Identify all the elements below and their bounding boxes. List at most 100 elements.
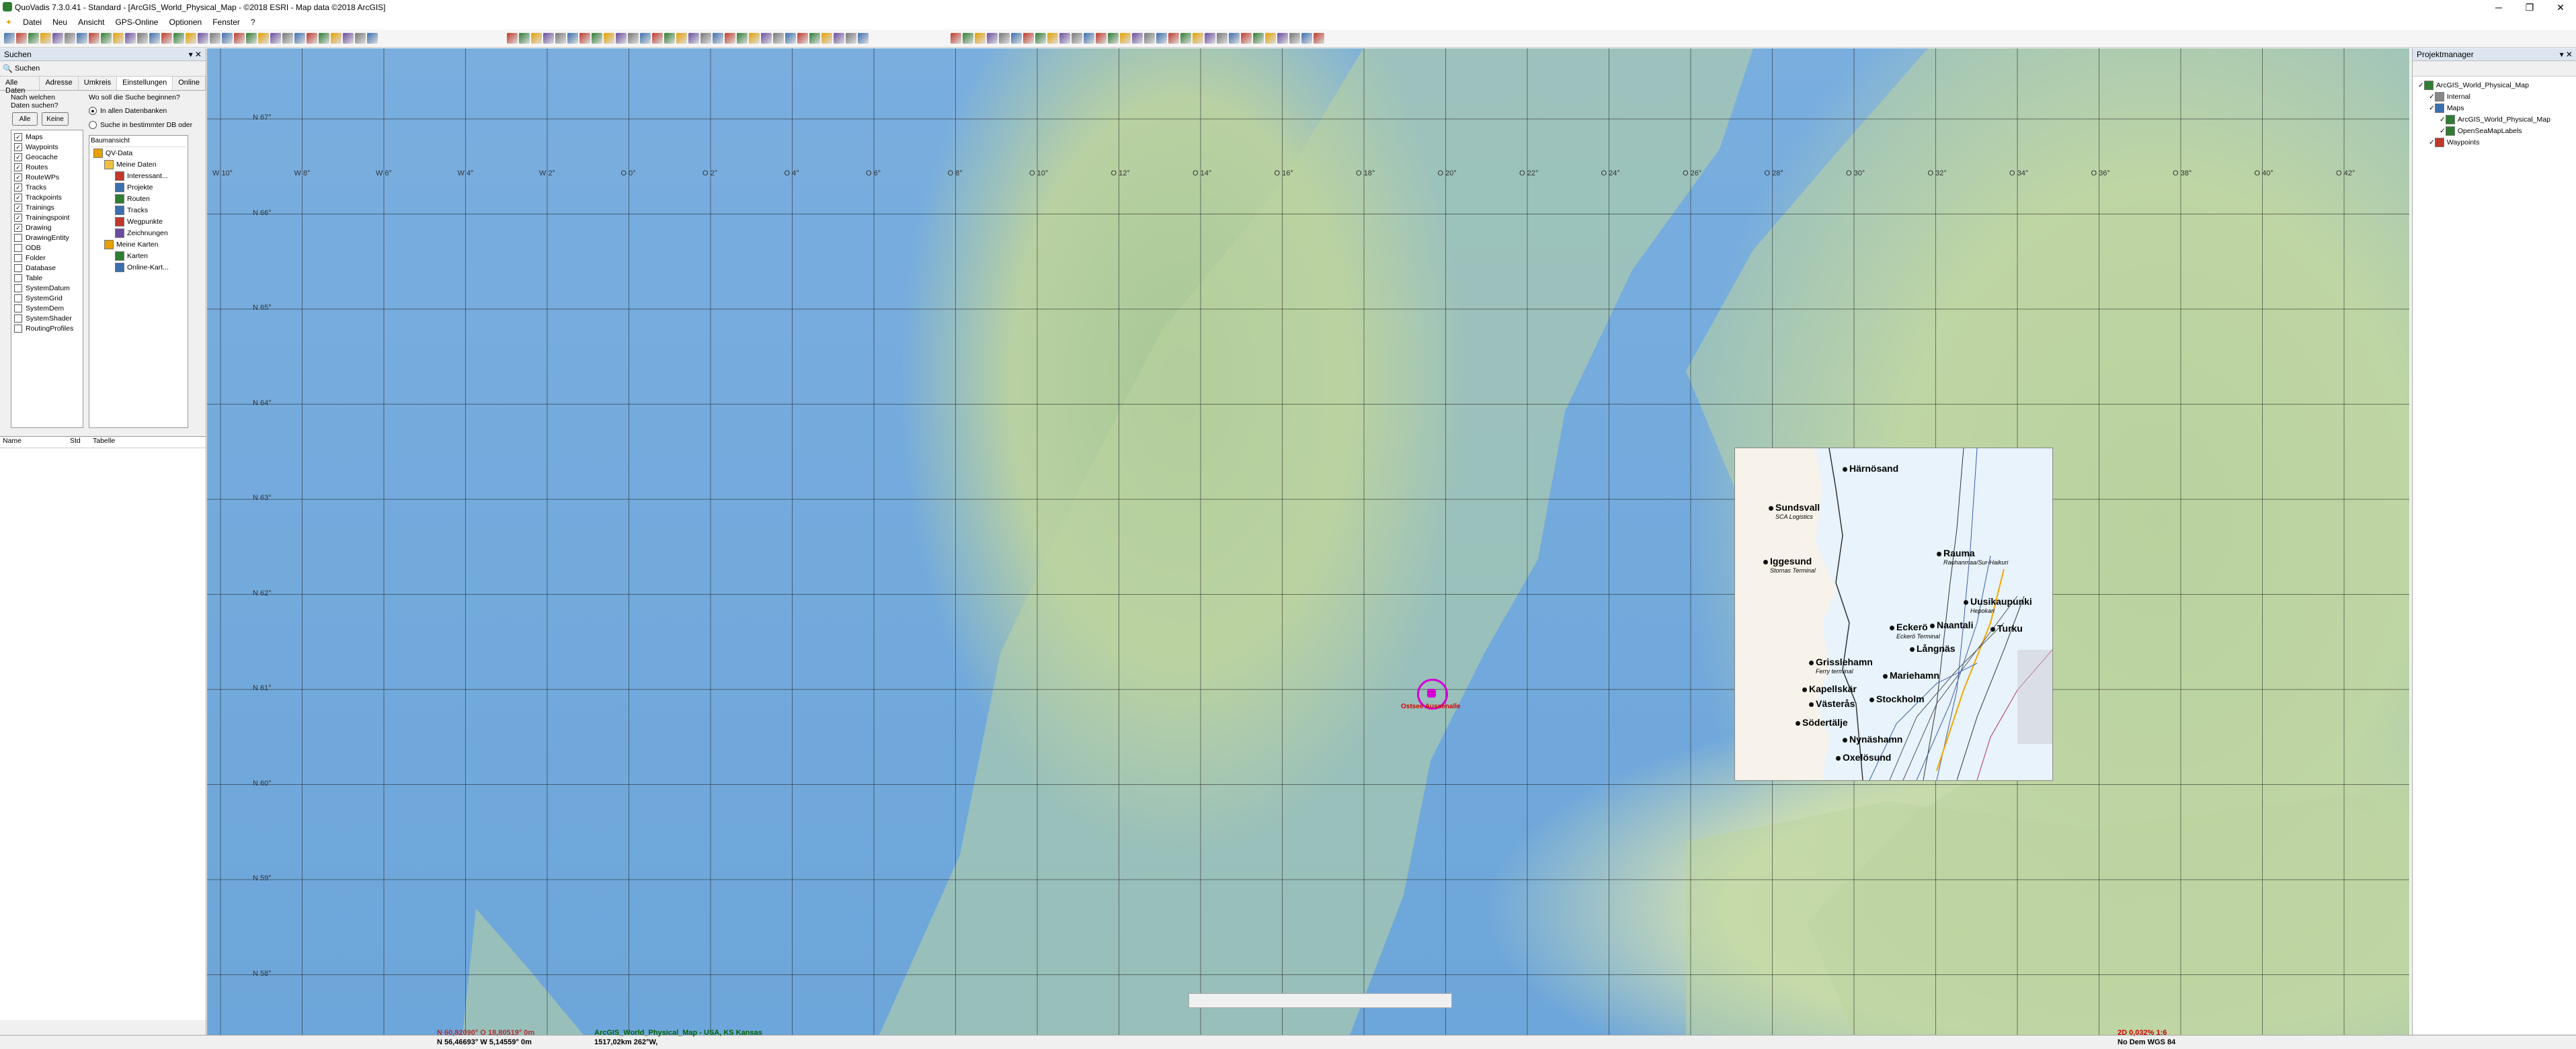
toolbar-button-icon[interactable]	[222, 33, 233, 44]
toolbar-button-icon[interactable]	[809, 33, 820, 44]
radio-all-db[interactable]: ●	[89, 106, 97, 115]
menu-icon[interactable]: ✦	[0, 17, 17, 27]
tab-umkreis[interactable]: Umkreis	[79, 77, 118, 90]
menu-ansicht[interactable]: Ansicht	[73, 17, 110, 27]
toolbar-button-icon[interactable]	[1229, 33, 1240, 44]
type-checkbox-row[interactable]: SystemDatum	[14, 283, 80, 293]
type-checkbox-row[interactable]: ✓ Trainingspoint	[14, 212, 80, 222]
toolbar-button-icon[interactable]	[963, 33, 973, 44]
toolbar-button-icon[interactable]	[713, 33, 723, 44]
none-button[interactable]: Keine	[42, 112, 69, 126]
toolbar-button-icon[interactable]	[52, 33, 63, 44]
type-checkbox-row[interactable]: ✓ Trackpoints	[14, 192, 80, 202]
column-tabelle[interactable]: Tabelle	[93, 437, 147, 448]
toolbar-button-icon[interactable]	[555, 33, 566, 44]
checkbox[interactable]	[14, 233, 22, 242]
checkbox[interactable]: ✓	[2440, 127, 2446, 135]
toolbar-button-icon[interactable]	[592, 33, 602, 44]
toolbar-button-icon[interactable]	[258, 33, 269, 44]
type-checkbox-row[interactable]: ✓ Trainings	[14, 202, 80, 212]
toolbar-button-icon[interactable]	[173, 33, 184, 44]
tab-einstellungen[interactable]: Einstellungen	[117, 77, 173, 90]
close-button[interactable]: ✕	[2545, 0, 2576, 15]
tree-item[interactable]: Zeichnungen	[91, 227, 186, 239]
toolbar-button-icon[interactable]	[1096, 33, 1106, 44]
type-checkbox-row[interactable]: SystemShader	[14, 313, 80, 323]
toolbar-button-icon[interactable]	[246, 33, 257, 44]
inset-ferry-chart[interactable]: Härnösand Sundsvall SCA Logistics Iggesund S…	[1734, 448, 2053, 781]
map-view[interactable]: W 10° W 8° W 6° W 4° W 2° O 0° O 2° O 4° O 6° O 8…	[207, 48, 2409, 1035]
minimize-button[interactable]: ─	[2483, 0, 2514, 15]
toolbar-button-icon[interactable]	[951, 33, 961, 44]
tree-item[interactable]: Interessant...	[91, 170, 186, 181]
checkbox[interactable]: ✓	[14, 213, 22, 222]
toolbar-button-icon[interactable]	[567, 33, 578, 44]
checkbox[interactable]: ✓	[14, 173, 22, 181]
toolbar-button-icon[interactable]	[1023, 33, 1034, 44]
toolbar-button-icon[interactable]	[1301, 33, 1312, 44]
toolbar-button-icon[interactable]	[137, 33, 148, 44]
toolbar-button-icon[interactable]	[773, 33, 784, 44]
type-checkbox-row[interactable]: Table	[14, 273, 80, 283]
tab-adresse[interactable]: Adresse	[40, 77, 79, 90]
toolbar-button-icon[interactable]	[700, 33, 711, 44]
toolbar-button-icon[interactable]	[65, 33, 75, 44]
menu-gps-online[interactable]: GPS-Online	[110, 17, 163, 27]
toolbar-button-icon[interactable]	[1132, 33, 1143, 44]
toolbar-button-icon[interactable]	[1277, 33, 1288, 44]
menu-neu[interactable]: Neu	[47, 17, 73, 27]
toolbar-button-icon[interactable]	[737, 33, 748, 44]
tree-item[interactable]: Online-Kart...	[91, 261, 186, 273]
toolbar-button-icon[interactable]	[28, 33, 39, 44]
menu-help[interactable]: ?	[245, 17, 261, 27]
type-checkbox-row[interactable]: Folder	[14, 253, 80, 263]
tree-item[interactable]: Projekte	[91, 181, 186, 193]
menu-optionen[interactable]: Optionen	[163, 17, 207, 27]
toolbar-button-icon[interactable]	[604, 33, 614, 44]
toolbar-button-icon[interactable]	[1193, 33, 1203, 44]
type-checkbox-row[interactable]: ✓ RouteWPs	[14, 172, 80, 182]
toolbar-button-icon[interactable]	[77, 33, 87, 44]
checkbox[interactable]: ✓	[14, 163, 22, 171]
project-tree-item[interactable]: ✓ Waypoints	[2413, 136, 2576, 148]
toolbar-button-icon[interactable]	[1035, 33, 1046, 44]
toolbar-button-icon[interactable]	[125, 33, 136, 44]
type-checkbox-row[interactable]: ✓ Geocache	[14, 152, 80, 162]
type-checkbox-row[interactable]: SystemDem	[14, 303, 80, 313]
toolbar-button-icon[interactable]	[113, 33, 124, 44]
checkbox[interactable]: ✓	[2440, 116, 2446, 124]
toolbar-button-icon[interactable]	[198, 33, 208, 44]
toolbar-button-icon[interactable]	[616, 33, 627, 44]
toolbar-button-icon[interactable]	[355, 33, 366, 44]
checkbox[interactable]: ✓	[14, 223, 22, 232]
toolbar-button-icon[interactable]	[1072, 33, 1082, 44]
toolbar-button-icon[interactable]	[1011, 33, 1022, 44]
toolbar-button-icon[interactable]	[664, 33, 675, 44]
checkbox[interactable]	[14, 253, 22, 262]
toolbar-button-icon[interactable]	[1289, 33, 1300, 44]
toolbar-button-icon[interactable]	[846, 33, 856, 44]
toolbar-button-icon[interactable]	[331, 33, 341, 44]
tree-item[interactable]: Wegpunkte	[91, 216, 186, 227]
checkbox[interactable]: ✓	[14, 153, 22, 161]
toolbar-button-icon[interactable]	[543, 33, 554, 44]
search-icon[interactable]: 🔍	[3, 64, 13, 73]
checkbox[interactable]: ✓	[2429, 104, 2435, 112]
checkbox[interactable]	[14, 294, 22, 302]
toolbar-button-icon[interactable]	[725, 33, 735, 44]
toolbar-button-icon[interactable]	[1180, 33, 1191, 44]
project-tree-item[interactable]: ✓ ArcGIS_World_Physical_Map	[2413, 114, 2576, 125]
checkbox[interactable]	[14, 314, 22, 323]
toolbar-button-icon[interactable]	[343, 33, 354, 44]
type-checkbox-row[interactable]: ✓ Waypoints	[14, 142, 80, 152]
toolbar-button-icon[interactable]	[834, 33, 844, 44]
tree-item[interactable]: Routen	[91, 193, 186, 204]
toolbar-button-icon[interactable]	[640, 33, 651, 44]
type-checkbox-row[interactable]: ✓ Maps	[14, 132, 80, 142]
toolbar-button-icon[interactable]	[367, 33, 378, 44]
checkbox[interactable]: ✓	[2429, 138, 2435, 146]
toolbar-button-icon[interactable]	[282, 33, 293, 44]
toolbar-button-icon[interactable]	[1217, 33, 1227, 44]
toolbar-button-icon[interactable]	[761, 33, 772, 44]
menu-datei[interactable]: Datei	[17, 17, 47, 27]
